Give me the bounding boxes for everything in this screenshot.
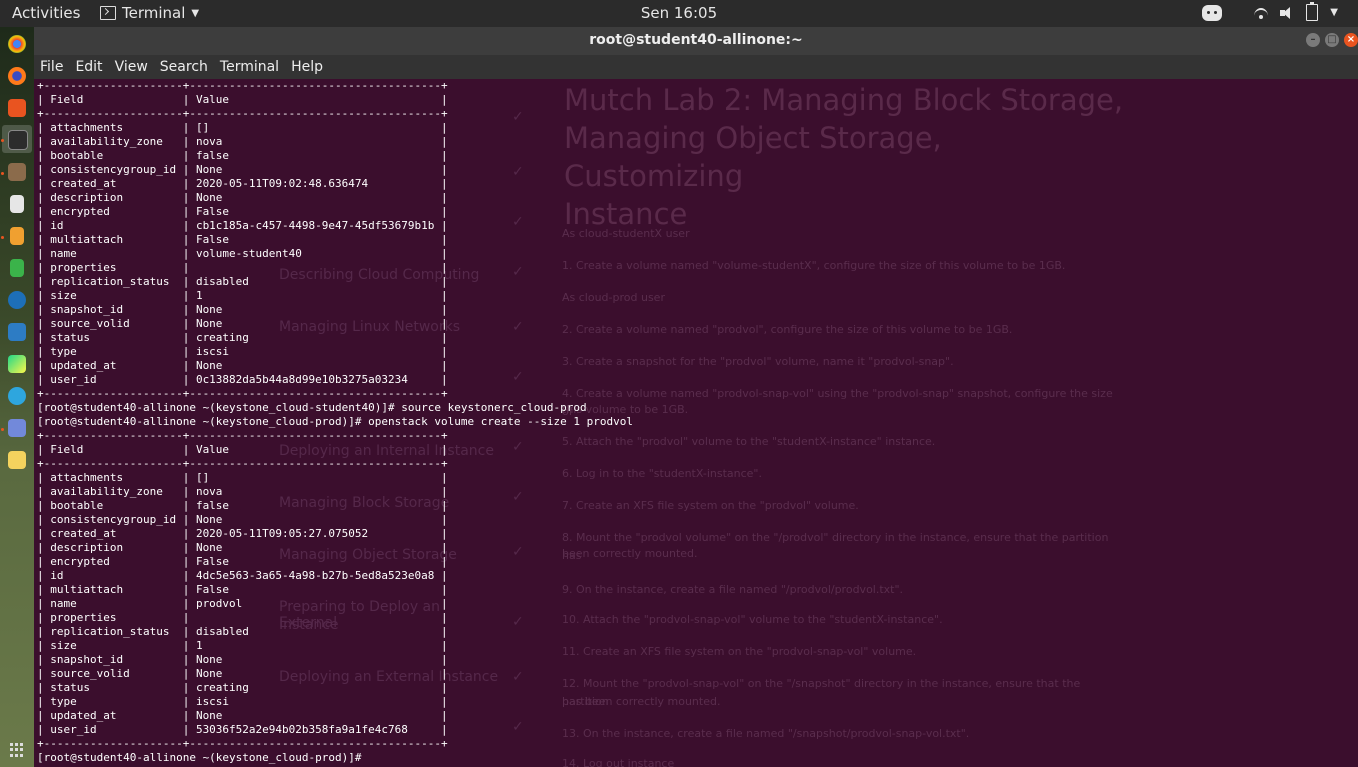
settings-icon[interactable] — [8, 291, 26, 309]
terminal-line: | size | 1 | — [37, 289, 448, 302]
terminal-line: | created_at | 2020-05-11T09:02:48.63647… — [37, 177, 448, 190]
terminal-line: | name | prodvol | — [37, 597, 448, 610]
terminal-line: | consistencygroup_id | None | — [37, 163, 448, 176]
terminal-line: | status | creating | — [37, 681, 448, 694]
close-button[interactable]: × — [1344, 33, 1358, 47]
menu-bar: File Edit View Search Terminal Help — [34, 55, 1358, 79]
terminal-line: | source_volid | None | — [37, 667, 448, 680]
terminal-line: | snapshot_id | None | — [37, 653, 448, 666]
terminal-line: +---------------------+-----------------… — [37, 737, 448, 750]
running-indicator — [1, 428, 4, 431]
terminal-line: | replication_status | disabled | — [37, 275, 448, 288]
terminal-line: [root@student40-allinone ~(keystone_clou… — [37, 401, 587, 414]
top-bar: Activities Terminal ▼ Sen 16:05 ▼ — [0, 0, 1358, 27]
terminal-line: | availability_zone | nova | — [37, 485, 448, 498]
chrome-icon[interactable] — [8, 35, 26, 53]
running-indicator — [1, 139, 4, 142]
terminal-line: | properties | | — [37, 261, 448, 274]
terminal-line: | Field | Value | — [37, 443, 448, 456]
terminal-line: | Field | Value | — [37, 93, 448, 106]
terminal-line: | bootable | false | — [37, 149, 448, 162]
menu-edit[interactable]: Edit — [69, 55, 108, 79]
menu-view[interactable]: View — [109, 55, 154, 79]
terminal-line: +---------------------+-----------------… — [37, 387, 448, 400]
minimize-button[interactable]: – — [1306, 33, 1320, 47]
terminal-line: | id | cb1c185a-c457-4498-9e47-45df53679… — [37, 219, 448, 232]
maximize-button[interactable]: □ — [1325, 33, 1339, 47]
dock — [0, 27, 34, 767]
discord-tray-icon[interactable] — [1202, 4, 1223, 21]
spreadsheet-icon[interactable] — [10, 259, 24, 277]
terminal-line: | type | iscsi | — [37, 695, 448, 708]
terminal-line: | attachments | [] | — [37, 121, 448, 134]
terminal-icon[interactable] — [8, 130, 28, 150]
firefox-icon[interactable] — [8, 67, 26, 85]
terminal-line: | updated_at | None | — [37, 709, 448, 722]
terminal-line: | replication_status | disabled | — [37, 625, 448, 638]
terminal-line: | user_id | 53036f52a2e94b02b358fa9a1fe4… — [37, 723, 448, 736]
running-indicator — [1, 236, 4, 239]
text-editor-icon[interactable] — [10, 195, 24, 213]
files-icon[interactable] — [8, 163, 26, 181]
terminal-line: | encrypted | False | — [37, 555, 448, 568]
wifi-icon[interactable] — [1254, 6, 1269, 20]
window-title: root@student40-allinone:~ — [589, 32, 803, 48]
software-icon[interactable] — [8, 99, 26, 117]
terminal-line: +---------------------+-----------------… — [37, 79, 448, 92]
menu-terminal[interactable]: Terminal — [214, 55, 285, 79]
volume-icon[interactable] — [1280, 6, 1294, 20]
terminal-line: | description | None | — [37, 191, 448, 204]
pycharm-icon[interactable] — [8, 355, 26, 373]
terminal-line: | attachments | [] | — [37, 471, 448, 484]
terminal-line: | bootable | false | — [37, 499, 448, 512]
terminal-line: | consistencygroup_id | None | — [37, 513, 448, 526]
menu-file[interactable]: File — [34, 55, 69, 79]
menu-search[interactable]: Search — [154, 55, 214, 79]
terminal-line: +---------------------+-----------------… — [37, 429, 448, 442]
telegram-icon[interactable] — [8, 387, 26, 405]
terminal-line: | status | creating | — [37, 331, 448, 344]
terminal-line: | updated_at | None | — [37, 359, 448, 372]
clock[interactable]: Sen 16:05 — [0, 4, 1358, 22]
running-indicator — [1, 172, 4, 175]
terminal-line: | created_at | 2020-05-11T09:05:27.07505… — [37, 527, 448, 540]
terminal-line: | encrypted | False | — [37, 205, 448, 218]
terminal-line: | multiattach | False | — [37, 583, 448, 596]
terminal-line: | source_volid | None | — [37, 317, 448, 330]
terminal-line: [root@student40-allinone ~(keystone_clou… — [37, 415, 634, 428]
window-titlebar[interactable]: root@student40-allinone:~ – □ × — [34, 27, 1358, 55]
terminal-line: | multiattach | False | — [37, 233, 448, 246]
terminal-line: | type | iscsi | — [37, 345, 448, 358]
discord-icon[interactable] — [8, 419, 26, 437]
show-applications-icon[interactable] — [10, 743, 24, 757]
document-icon[interactable] — [10, 227, 24, 245]
system-tray[interactable]: ▼ — [1202, 2, 1338, 21]
battery-icon[interactable] — [1306, 2, 1319, 21]
virtualbox-icon[interactable] — [8, 323, 26, 341]
chevron-down-icon[interactable]: ▼ — [1330, 7, 1338, 18]
terminal-line: | availability_zone | nova | — [37, 135, 448, 148]
terminal-line: | description | None | — [37, 541, 448, 554]
terminal-line: | size | 1 | — [37, 639, 448, 652]
terminal-line: | id | 4dc5e563-3a65-4a98-b27b-5ed8a523e… — [37, 569, 448, 582]
terminal-line: | properties | | — [37, 611, 448, 624]
notes-icon[interactable] — [8, 451, 26, 469]
terminal-line: | name | volume-student40 | — [37, 247, 448, 260]
terminal-line: +---------------------+-----------------… — [37, 107, 448, 120]
terminal-line: | snapshot_id | None | — [37, 303, 448, 316]
terminal-line: | user_id | 0c13882da5b44a8d99e10b3275a0… — [37, 373, 448, 386]
terminal-output[interactable]: +---------------------+-----------------… — [37, 79, 1037, 767]
terminal-line: +---------------------+-----------------… — [37, 457, 448, 470]
menu-help[interactable]: Help — [285, 55, 329, 79]
terminal-line: [root@student40-allinone ~(keystone_clou… — [37, 751, 362, 764]
